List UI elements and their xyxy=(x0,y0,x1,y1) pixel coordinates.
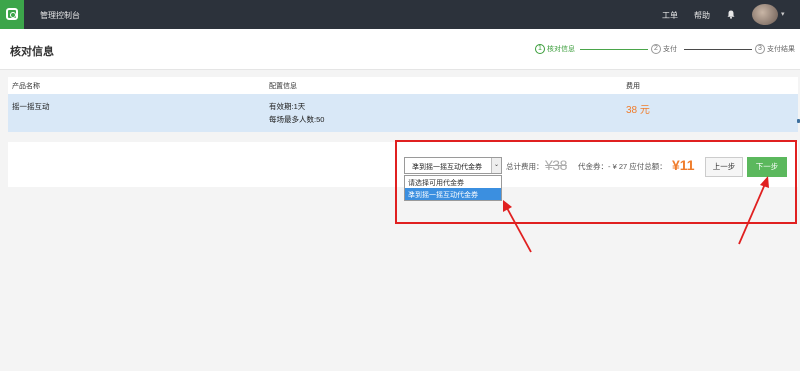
step-number: 3 xyxy=(755,44,765,54)
step-connector xyxy=(580,49,648,50)
step-pay: 2 支付 xyxy=(651,44,677,54)
logo[interactable] xyxy=(0,0,24,29)
step-label: 支付 xyxy=(663,46,677,53)
step-label: 支付结果 xyxy=(767,46,795,53)
avatar[interactable] xyxy=(752,4,778,25)
step-connector xyxy=(684,49,752,50)
step-label: 核对信息 xyxy=(547,46,575,53)
nav-help[interactable]: 帮助 xyxy=(694,10,710,21)
step-number: 1 xyxy=(535,44,545,54)
bell-icon[interactable] xyxy=(727,10,735,19)
config-max-people: 每场最多人数:50 xyxy=(269,115,325,124)
annotation-highlight-box xyxy=(395,140,797,224)
nav-work-orders[interactable]: 工单 xyxy=(662,10,678,21)
column-header-cost: 费用 xyxy=(626,83,640,90)
column-header-config: 配置信息 xyxy=(269,83,297,90)
order-table: 产品名称 配置信息 费用 摇一摇互动 有效期:1天 每场最多人数:50 38 元 xyxy=(8,77,798,132)
page-header: 核对信息 1 核对信息 2 支付 3 支付结果 xyxy=(0,29,800,70)
chevron-down-icon[interactable]: ▾ xyxy=(781,10,785,18)
config-validity: 有效期:1天 xyxy=(269,102,306,111)
step-result: 3 支付结果 xyxy=(755,44,795,54)
page-title: 核对信息 xyxy=(10,46,54,58)
step-verify: 1 核对信息 xyxy=(535,44,575,54)
console-title-link[interactable]: 管理控制台 xyxy=(40,10,80,21)
step-number: 2 xyxy=(651,44,661,54)
top-bar: 管理控制台 工单 帮助 ▾ xyxy=(0,0,800,29)
product-name: 摇一摇互动 xyxy=(12,102,50,111)
logo-icon xyxy=(6,8,18,20)
table-row: 摇一摇互动 有效期:1天 每场最多人数:50 38 元 xyxy=(8,94,798,132)
column-header-product: 产品名称 xyxy=(12,83,40,90)
product-price: 38 元 xyxy=(626,105,650,116)
